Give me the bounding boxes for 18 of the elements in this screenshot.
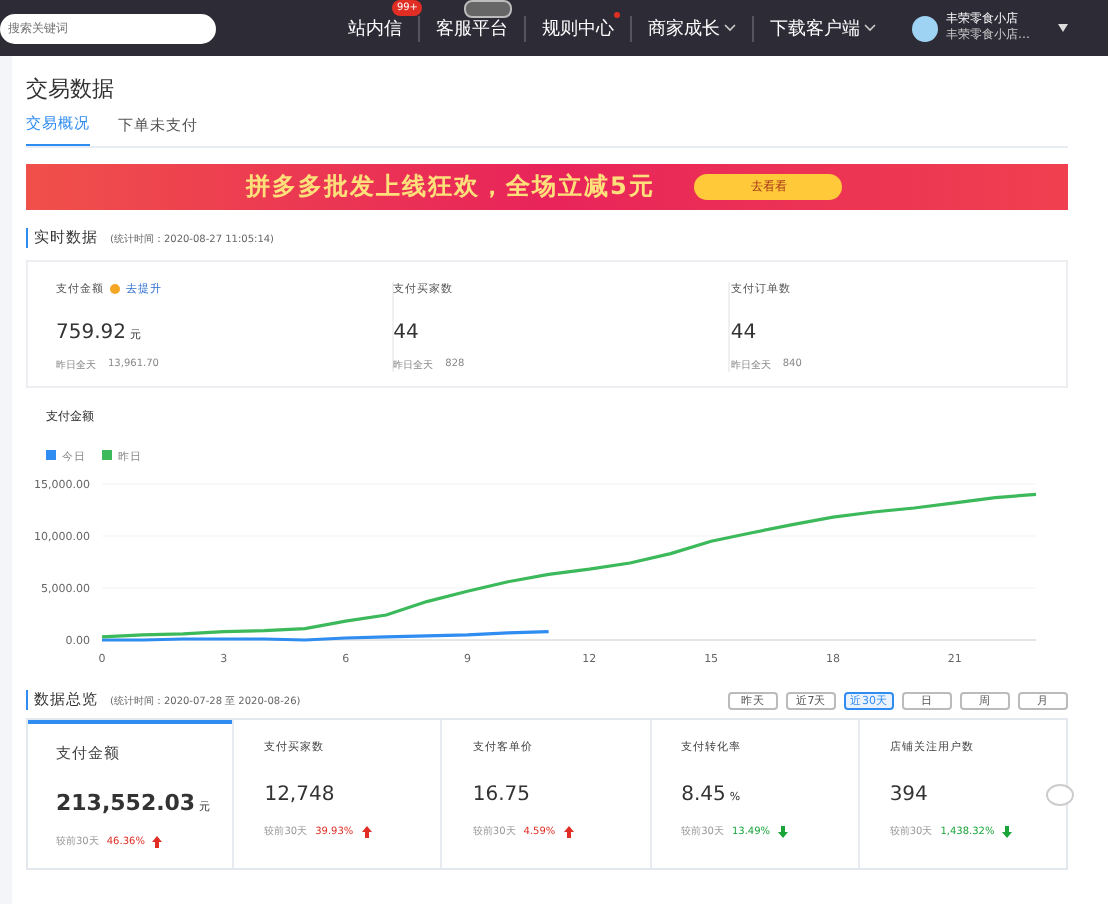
nav-link[interactable]: 站内信 [348,15,402,41]
nav-link[interactable]: 商家成长 [648,15,736,41]
metric-value: 8.45 [681,784,726,806]
metric-value: 44 [393,322,419,344]
metric-value: 16.75 [472,784,531,806]
metric-value: 12,748 [264,784,335,806]
banner-text: 拼多多批发上线狂欢，全场立减5元 [246,170,655,204]
avatar[interactable] [912,15,938,41]
metric-value: 213,552.03 [56,790,196,816]
nav-link[interactable]: 客服平台 [436,15,508,41]
dropdown-icon[interactable] [1058,24,1068,32]
metric-value: 44 [730,322,757,344]
nav-link[interactable]: 下载客户端 [770,15,876,41]
nav-link[interactable]: 规则中心 [542,15,614,41]
metric-value: 759.92 [56,322,126,344]
page-title: 交易数据 [26,74,116,104]
metric-value: 394 [889,784,928,806]
coin-icon [110,284,120,294]
